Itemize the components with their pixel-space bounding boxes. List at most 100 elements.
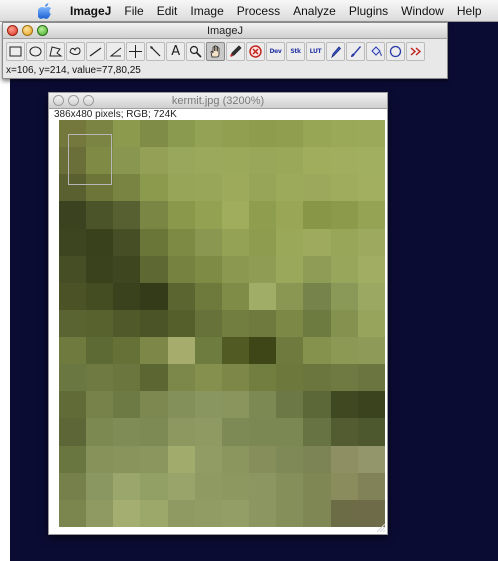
close-window-icon[interactable] [7,25,18,36]
image-pixel [113,201,141,229]
image-pixel [113,337,141,365]
minimize-window-icon[interactable] [22,25,33,36]
polygon-tool-button[interactable] [46,42,65,61]
menu-window[interactable]: Window [401,4,444,18]
image-pixel [221,228,250,256]
image-pixel [194,120,222,148]
image-pixel [221,391,250,419]
brush-tool-icon [351,46,361,57]
hand-tool-button[interactable] [206,42,225,61]
image-pixel [140,364,168,392]
flood-fill-tool-button[interactable] [366,42,385,61]
image-pixel [86,472,114,500]
pencil-tool-button[interactable] [326,42,345,61]
menu-process[interactable]: Process [237,4,280,18]
image-pixel [140,445,168,473]
point-tool-button[interactable] [126,42,145,61]
menu-edit[interactable]: Edit [157,4,178,18]
image-pixel [113,255,141,283]
brush-tool-button[interactable] [346,42,365,61]
image-pixel [59,201,87,229]
image-pixel [357,391,385,419]
image-pixel [86,364,114,392]
image-canvas[interactable] [59,120,385,527]
rectangle-tool-button[interactable] [6,42,25,61]
image-window-titlebar[interactable]: kermit.jpg (3200%) [49,93,387,109]
stack-menu-icon: Stk [290,48,301,55]
image-window: kermit.jpg (3200%) 386x480 pixels; RGB; … [48,92,388,535]
image-pixel [249,309,277,338]
oval-selection-tool-button[interactable] [386,42,405,61]
image-pixel [59,364,87,392]
menu-image[interactable]: Image [190,4,223,18]
image-pixel [221,472,250,500]
image-pixel [330,418,358,446]
image-pixel [140,228,168,256]
image-pixel [194,337,222,365]
image-pixel [276,255,304,283]
image-pixel [221,309,250,338]
image-pixel [59,418,87,446]
image-pixel [249,255,277,283]
image-pixel [221,147,250,175]
image-pixel [221,174,250,202]
wand-tool-button[interactable] [146,42,165,61]
image-pixel [140,174,168,202]
zoom-image-window-icon[interactable] [83,95,94,106]
color-picker-tool-button[interactable] [226,42,245,61]
image-pixel [86,147,114,175]
image-pixel [357,364,385,392]
menu-help[interactable]: Help [457,4,482,18]
image-pixel [249,418,277,446]
hand-tool-icon [210,45,220,58]
image-pixel [140,147,168,175]
image-pixel [140,391,168,419]
angle-tool-button[interactable] [106,42,125,61]
oval-tool-button[interactable] [26,42,45,61]
image-pixel [59,309,87,338]
menu-bar: ImageJ File Edit Image Process Analyze P… [0,0,498,22]
close-image-window-icon[interactable] [53,95,64,106]
image-pixel [140,337,168,365]
stack-menu-button[interactable]: Stk [286,42,305,61]
image-pixel [330,309,358,338]
point-tool-icon [129,45,142,58]
image-pixel [249,201,277,229]
image-pixel [86,309,114,338]
text-tool-button[interactable]: A [166,42,185,61]
image-pixel [194,282,222,310]
zoom-window-icon[interactable] [37,25,48,36]
menu-analyze[interactable]: Analyze [293,4,336,18]
lut-menu-icon: LUT [309,48,322,55]
image-pixel [303,228,331,256]
apple-icon[interactable] [38,2,52,19]
freehand-tool-button[interactable] [66,42,85,61]
image-pixel [86,445,114,473]
magnifier-tool-button[interactable] [186,42,205,61]
image-pixel [330,120,358,148]
polygon-tool-icon [49,46,63,57]
image-pixel [276,364,304,392]
developer-menu-button[interactable]: Dev [266,42,285,61]
image-pixel [276,147,304,175]
minimize-image-window-icon[interactable] [68,95,79,106]
image-pixel [167,174,195,202]
toolbar-window-titlebar[interactable]: ImageJ [3,23,447,39]
menu-imagej[interactable]: ImageJ [70,4,111,18]
straight-line-tool-button[interactable] [86,42,105,61]
resize-grip-icon[interactable] [374,521,386,533]
menu-plugins[interactable]: Plugins [349,4,388,18]
stop-tool-button[interactable] [246,42,265,61]
status-line: x=106, y=214, value=77,80,25 [6,65,141,76]
image-pixel [86,418,114,446]
menu-file[interactable]: File [124,4,143,18]
more-tools-button[interactable] [406,42,425,61]
image-pixel [357,472,385,500]
angle-tool-icon [109,47,122,57]
image-pixel [303,255,331,283]
lut-menu-button[interactable]: LUT [306,42,325,61]
image-pixel [167,255,195,283]
image-pixel [276,120,304,148]
oval-selection-tool-icon [389,45,402,58]
image-pixel [221,418,250,446]
